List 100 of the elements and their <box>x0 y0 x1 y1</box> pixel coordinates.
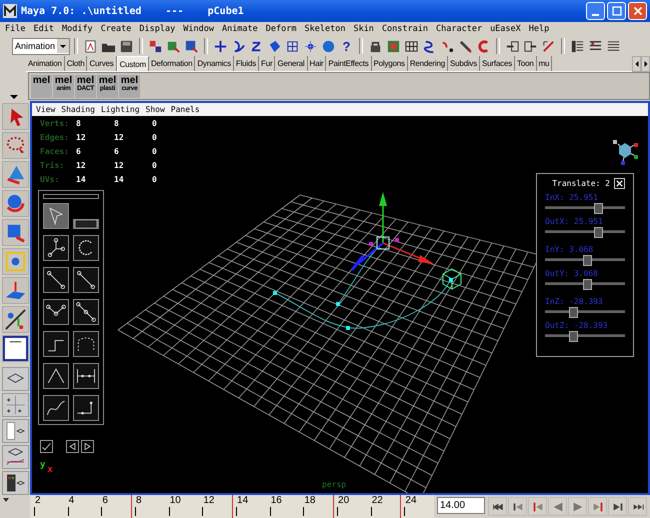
step-forward-frame-button[interactable] <box>588 497 607 516</box>
slider-thumb[interactable] <box>583 279 592 290</box>
menu-item[interactable]: File <box>5 24 26 34</box>
menu-item[interactable]: Character <box>436 24 482 34</box>
curve-tool-button[interactable] <box>73 219 99 229</box>
channel-box-icon <box>606 38 621 54</box>
current-time-field[interactable]: 14.00 <box>437 497 485 514</box>
menu-item[interactable]: Window <box>183 24 214 34</box>
shelf-tab[interactable]: mu <box>536 56 552 71</box>
panel-menu-item[interactable]: Lighting <box>100 105 140 114</box>
shelf-tab[interactable]: Subdivs <box>448 56 480 71</box>
menu-item[interactable]: Skeleton <box>304 24 346 34</box>
menu-item[interactable]: uEaseX <box>490 24 521 34</box>
window-title: Maya 7.0: .\untitled --- pCube1 <box>21 6 245 16</box>
next-button[interactable] <box>81 440 94 453</box>
close-button[interactable] <box>614 178 625 189</box>
hud-value: 14 <box>76 175 87 184</box>
menu-item[interactable]: Skin <box>353 24 374 34</box>
soft-modification-button[interactable] <box>2 277 28 304</box>
outliner-perspective-layout-button[interactable] <box>2 419 28 443</box>
shelf-tab[interactable]: Toon <box>515 56 537 71</box>
go-to-end-button[interactable] <box>628 497 647 516</box>
shelf-tab[interactable]: General <box>275 56 308 71</box>
menu-item[interactable]: Create <box>100 24 132 34</box>
slider-label: OutZ: -28.393 <box>545 321 609 330</box>
curve-tool-button[interactable] <box>43 235 69 261</box>
four-view-layout-button[interactable] <box>2 393 28 417</box>
maximize-button[interactable] <box>607 2 626 20</box>
frame-number: 10 <box>170 495 182 507</box>
slider-label: InZ: -28.393 <box>545 297 604 306</box>
shelf-tab[interactable]: Deformation <box>148 56 196 71</box>
axis-label: x <box>47 464 53 475</box>
universal-manipulator-button[interactable] <box>2 248 28 275</box>
help-button[interactable]: ? <box>338 37 355 55</box>
step-forward-key-button[interactable] <box>608 497 627 516</box>
frame-number: 18 <box>304 495 316 507</box>
shelf-tab[interactable]: PaintEffects <box>326 56 372 71</box>
play-backwards-button[interactable] <box>548 497 567 516</box>
shelf-tab[interactable]: Hair <box>308 56 326 71</box>
slider-thumb[interactable] <box>569 331 578 342</box>
menu-item[interactable]: Edit <box>33 24 54 34</box>
shelf-tab[interactable]: Animation <box>26 56 65 71</box>
curve-tool-button[interactable] <box>43 331 69 357</box>
scroll-left-button[interactable] <box>632 56 641 72</box>
shelf-tab[interactable]: Surfaces <box>480 56 516 71</box>
scale-tool-button[interactable] <box>2 219 28 246</box>
step-back-key-button[interactable] <box>508 497 527 516</box>
panel-menu-item[interactable]: View <box>36 105 56 114</box>
shelf-tab[interactable]: Rendering <box>408 56 448 71</box>
slider-thumb[interactable] <box>594 203 603 214</box>
menu-item[interactable]: Animate <box>222 24 258 34</box>
curve-tool-button[interactable] <box>73 299 99 325</box>
previous-button[interactable] <box>66 440 79 453</box>
curve-tool-button[interactable] <box>73 267 99 293</box>
slider-thumb[interactable] <box>569 307 578 318</box>
shelf-tab[interactable]: Cloth <box>64 56 88 71</box>
mode-dropdown[interactable]: Animation <box>12 38 70 54</box>
curve-tool-button[interactable] <box>73 395 99 421</box>
shelf-tab[interactable]: Dynamics <box>195 56 234 71</box>
play-forwards-button[interactable] <box>568 497 587 516</box>
shelf-script-button[interactable]: mel <box>31 75 52 98</box>
shelf-tab[interactable]: Polygons <box>372 56 408 71</box>
caret-icon <box>3 497 9 503</box>
menu-item[interactable]: Help <box>528 24 550 34</box>
shelf-tab[interactable]: Fur <box>259 56 276 71</box>
rotate-tool-button[interactable] <box>2 190 28 217</box>
curve-tool-button[interactable] <box>43 363 69 389</box>
select-arrow-button[interactable] <box>2 103 28 130</box>
check-button[interactable] <box>40 440 53 453</box>
last-tool-button[interactable] <box>2 335 28 362</box>
show-manipulator-icon <box>2 307 28 332</box>
shelf-tab[interactable]: Custom <box>116 56 149 71</box>
graph-perspective-layout-button[interactable] <box>2 445 28 469</box>
menu-item[interactable]: Display <box>139 24 176 34</box>
scroll-right-button[interactable] <box>641 56 650 72</box>
curve-tool-button[interactable] <box>43 395 69 421</box>
lasso-button[interactable] <box>2 132 28 159</box>
curve-tool-button[interactable] <box>43 299 69 325</box>
panel-menu-item[interactable]: Panels <box>170 105 200 114</box>
slider-label: OutY: 3.068 <box>545 269 599 278</box>
show-manipulator-button[interactable] <box>2 306 28 333</box>
panel-menu-item[interactable]: Show <box>146 105 165 114</box>
menu-item[interactable]: Deform <box>266 24 296 34</box>
move-tool-button[interactable] <box>2 161 28 188</box>
time-slider[interactable]: 2 4 6 8 10 12 14 16 18 20 22 24 <box>30 495 434 518</box>
go-to-start-button[interactable] <box>488 497 507 516</box>
slider-thumb[interactable] <box>594 227 603 238</box>
minimize-button[interactable] <box>586 2 605 20</box>
curve-tool-button[interactable] <box>73 235 99 261</box>
panel-menu-item[interactable]: Shading <box>61 105 95 114</box>
slider-thumb[interactable] <box>583 255 592 266</box>
hypershade-layout-button[interactable] <box>2 471 28 495</box>
step-back-frame-button[interactable] <box>528 497 547 516</box>
single-perspective-layout-button[interactable] <box>2 367 28 391</box>
shelf-tab[interactable]: Fluids <box>234 56 260 71</box>
menu-item[interactable]: Constrain <box>382 24 428 34</box>
hud-value: 8 <box>76 119 82 128</box>
curve-tool-button[interactable] <box>43 267 69 293</box>
curve-tool-button[interactable] <box>73 363 99 389</box>
menu-item[interactable]: Modify <box>62 24 93 34</box>
